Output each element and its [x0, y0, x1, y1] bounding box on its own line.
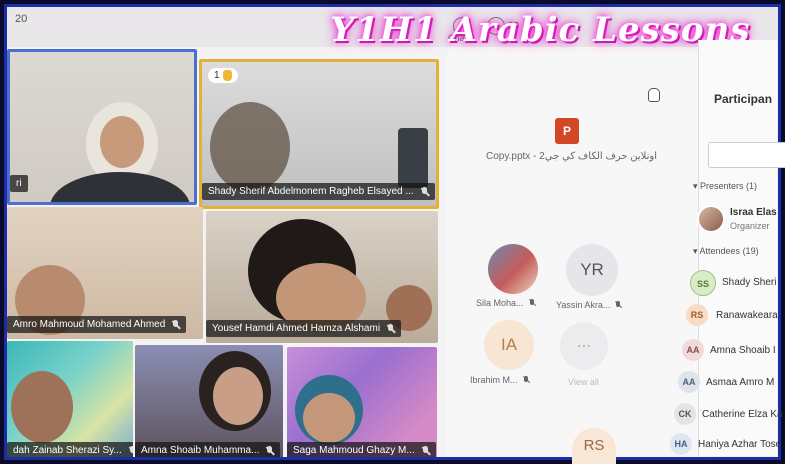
- raised-hand-count: 1: [214, 70, 220, 81]
- attendee-name: Ranawakeara: [716, 310, 778, 321]
- attendee-name: Amna Shoaib I: [710, 345, 776, 356]
- attendee-avatar[interactable]: AA: [682, 339, 704, 361]
- tile-name-label: Amna Shoaib Muhamma...: [135, 442, 281, 457]
- mic-muted-icon: [265, 445, 274, 456]
- gallery-name: Ibrahim M...: [470, 375, 530, 385]
- tile-name-text: Amro Mahmoud Mohamed Ahmed: [13, 319, 166, 330]
- attendee-avatar[interactable]: CK: [674, 403, 696, 425]
- gallery-name-text: Yassin Akra...: [556, 300, 611, 310]
- attendees-label: Attendees (19): [699, 246, 759, 256]
- meeting-window: 20 Cha 20 ri 1 Shady Sherif Abdelmonem R…: [4, 4, 781, 460]
- presenters-section[interactable]: ▾ Presenters (1): [693, 181, 757, 192]
- person-blur: [210, 102, 290, 192]
- view-all-button[interactable]: ...: [560, 322, 608, 370]
- tile-name-label: Amro Mahmoud Mohamed Ahmed: [7, 316, 187, 333]
- tile-name-label: Yousef Hamdi Ahmed Hamza Alshami: [206, 320, 402, 337]
- presenters-label: Presenters (1): [700, 181, 758, 191]
- tile-name-text: Shady Sherif Abdelmonem Ragheb Elsayed .…: [208, 186, 414, 197]
- mic-muted-icon: [171, 319, 180, 330]
- participants-title: Participan: [714, 92, 773, 106]
- tile-name-text: dah Zainab Sherazi Sy...: [13, 445, 122, 456]
- tile-name-text: ri: [16, 178, 22, 189]
- person-face: [303, 393, 355, 443]
- video-tile-saga[interactable]: Saga Mahmoud Ghazy M...: [287, 347, 437, 457]
- video-tile-shady[interactable]: 1 Shady Sherif Abdelmonem Ragheb Elsayed…: [199, 59, 439, 209]
- attendee-avatar[interactable]: SS: [690, 270, 716, 296]
- attendee-avatar[interactable]: RS: [686, 304, 708, 326]
- tile-name-label: ri: [10, 175, 28, 192]
- video-tile-yousef[interactable]: Yousef Hamdi Ahmed Hamza Alshami: [206, 211, 438, 343]
- powerpoint-icon[interactable]: P: [555, 118, 579, 144]
- view-all-label[interactable]: View all: [568, 377, 599, 387]
- gallery-avatar-yassin[interactable]: YR: [566, 244, 618, 296]
- raised-hand-badge: 1: [208, 68, 238, 83]
- gallery-avatar-ibrahim[interactable]: IA: [484, 320, 534, 370]
- attendee-name: Haniya Azhar Tose: [698, 439, 782, 450]
- video-tile-amna[interactable]: Amna Shoaib Muhamma...: [135, 345, 283, 457]
- video-tile-zainab[interactable]: dah Zainab Sherazi Sy...: [7, 341, 133, 457]
- gallery-name: Yassin Akra...: [556, 300, 622, 310]
- tile-name-label: dah Zainab Sherazi Sy...: [7, 442, 133, 457]
- mic-muted-icon: [386, 323, 395, 334]
- attendees-section[interactable]: ▾ Attendees (19): [693, 246, 759, 257]
- person-face: [100, 116, 144, 168]
- mic-muted-icon: [420, 186, 429, 197]
- organizer-role: Organizer: [730, 221, 770, 231]
- gallery-name: Sila Moha...: [476, 298, 536, 308]
- mic-muted-icon: [128, 445, 133, 456]
- gallery-name-text: Sila Moha...: [476, 298, 524, 308]
- organizer-name: Israa Elas: [730, 207, 777, 218]
- shared-file-name[interactable]: Copy.pptx - اونلاين حرف الكاف كي جي2: [486, 151, 657, 162]
- mic-muted-icon: [523, 375, 530, 385]
- participants-search-input[interactable]: [708, 142, 785, 168]
- organizer-avatar[interactable]: [697, 205, 725, 233]
- mic-muted-icon: [421, 445, 430, 456]
- attendee-name: Asmaa Amro M: [706, 377, 775, 388]
- video-tile-amro[interactable]: Amro Mahmoud Mohamed Ahmed: [7, 207, 203, 339]
- tile-name-text: Amna Shoaib Muhamma...: [141, 445, 260, 456]
- tile-name-label: Saga Mahmoud Ghazy M...: [287, 442, 436, 457]
- person-face: [11, 371, 73, 443]
- attendee-avatar[interactable]: AA: [678, 371, 700, 393]
- video-tile-speaker[interactable]: ri: [7, 49, 197, 205]
- attendee-name: Shady Sheri: [722, 277, 777, 288]
- mic-muted-icon: [615, 300, 622, 310]
- tile-name-label: Shady Sherif Abdelmonem Ragheb Elsayed .…: [202, 183, 435, 200]
- tile-name-text: Saga Mahmoud Ghazy M...: [293, 445, 415, 456]
- person-face: [213, 367, 263, 425]
- attendee-avatar[interactable]: HA: [670, 433, 692, 455]
- mouse-cursor-icon: [648, 88, 660, 102]
- gallery-name-text: Ibrahim M...: [470, 375, 518, 385]
- background-object: [398, 128, 428, 188]
- gallery-avatar-sila[interactable]: [488, 244, 538, 294]
- raised-hand-icon: [222, 70, 232, 81]
- gallery-avatar-rs[interactable]: RS: [572, 428, 616, 464]
- banner-title: Y1H1 Arabic Lessons: [330, 10, 751, 50]
- tile-name-text: Yousef Hamdi Ahmed Hamza Alshami: [212, 323, 381, 334]
- attendee-name: Catherine Elza Ka: [702, 409, 783, 420]
- mic-muted-icon: [529, 298, 536, 308]
- toolbar-time: 20: [15, 13, 28, 25]
